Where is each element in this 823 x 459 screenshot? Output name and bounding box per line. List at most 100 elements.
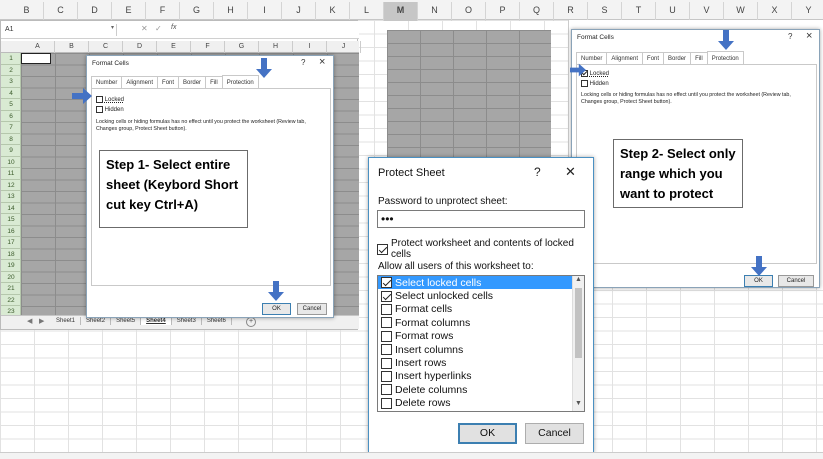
left-row-header-6[interactable]: 6: [1, 111, 21, 122]
list-item[interactable]: Format cells: [378, 303, 572, 316]
permissions-list[interactable]: Select locked cells Select unlocked cells…: [377, 275, 585, 412]
checkbox-icon[interactable]: [381, 277, 392, 289]
scroll-up-icon[interactable]: ▲: [575, 276, 582, 283]
left-column-header-i[interactable]: I: [293, 41, 327, 53]
close-button[interactable]: ×: [806, 30, 812, 42]
sheet-tab[interactable]: Sheet6: [202, 317, 232, 325]
list-item[interactable]: Insert hyperlinks: [378, 370, 572, 383]
left-row-header-10[interactable]: 10: [1, 157, 21, 168]
scroll-thumb[interactable]: [575, 288, 582, 358]
checkbox-icon[interactable]: [381, 344, 392, 356]
column-header-i[interactable]: I: [248, 2, 282, 21]
column-header-w[interactable]: W: [724, 2, 758, 21]
left-row-header-5[interactable]: 5: [1, 99, 21, 111]
left-row-header-22[interactable]: 22: [1, 295, 21, 306]
sheet-tab[interactable]: Sheet4: [141, 317, 172, 325]
list-item[interactable]: Delete rows: [378, 397, 572, 410]
left-column-header-b[interactable]: B: [55, 41, 89, 53]
list-item[interactable]: Select locked cells: [378, 276, 572, 290]
left-row-header-11[interactable]: 11: [1, 168, 21, 180]
column-header-p[interactable]: P: [486, 2, 520, 21]
help-button[interactable]: ?: [788, 32, 792, 41]
sheet-tab[interactable]: Sheet3: [172, 317, 202, 325]
column-header-f[interactable]: F: [146, 2, 180, 21]
checkbox-icon[interactable]: [381, 384, 392, 396]
column-header-x[interactable]: X: [758, 2, 792, 21]
left-row-header-19[interactable]: 19: [1, 260, 21, 272]
close-button[interactable]: ✕: [565, 164, 576, 180]
tab-nav-left-icon[interactable]: ◀: [27, 317, 32, 325]
left-column-header-e[interactable]: E: [157, 41, 191, 53]
fx-icon[interactable]: fx: [171, 24, 176, 31]
left-row-header-17[interactable]: 17: [1, 237, 21, 249]
left-row-header-1[interactable]: 1: [1, 53, 21, 65]
list-item[interactable]: Insert columns: [378, 343, 572, 356]
sheet-tab[interactable]: Sheet5: [111, 317, 142, 325]
column-header-n[interactable]: N: [418, 2, 452, 21]
name-box[interactable]: A1: [5, 24, 117, 36]
left-column-header-d[interactable]: D: [123, 41, 157, 53]
column-header-m[interactable]: M: [384, 2, 418, 21]
left-row-header-20[interactable]: 20: [1, 272, 21, 283]
column-header-j[interactable]: J: [282, 2, 316, 21]
column-header-t[interactable]: T: [622, 2, 656, 21]
sheet-tab[interactable]: Sheet1: [51, 317, 82, 325]
add-sheet-icon[interactable]: +: [246, 317, 256, 327]
column-header-h[interactable]: H: [214, 2, 248, 21]
list-scrollbar[interactable]: ▲ ▼: [572, 276, 584, 411]
left-row-header-4[interactable]: 4: [1, 88, 21, 99]
cancel-button[interactable]: Cancel: [525, 423, 584, 444]
column-header-l[interactable]: L: [350, 2, 384, 21]
left-row-header-16[interactable]: 16: [1, 226, 21, 237]
left-column-header-j[interactable]: J: [327, 41, 361, 53]
ok-button[interactable]: OK: [262, 303, 291, 315]
left-row-header-14[interactable]: 14: [1, 203, 21, 214]
checkbox-icon[interactable]: [381, 317, 392, 329]
column-header-y[interactable]: Y: [792, 2, 823, 21]
column-header-c[interactable]: C: [44, 2, 78, 21]
column-header-k[interactable]: K: [316, 2, 350, 21]
left-column-header-f[interactable]: F: [191, 41, 225, 53]
cancel-icon[interactable]: ✕: [141, 24, 148, 33]
ok-button[interactable]: OK: [744, 275, 773, 287]
checkbox-icon[interactable]: [381, 397, 392, 409]
help-button[interactable]: ?: [534, 165, 541, 179]
list-item[interactable]: Delete columns: [378, 383, 572, 396]
ok-button[interactable]: OK: [458, 423, 517, 444]
list-item[interactable]: Format columns: [378, 316, 572, 329]
left-row-header-15[interactable]: 15: [1, 214, 21, 226]
password-input[interactable]: •••: [377, 210, 585, 228]
close-button[interactable]: ×: [319, 56, 325, 68]
column-header-u[interactable]: U: [656, 2, 690, 21]
column-header-q[interactable]: Q: [520, 2, 554, 21]
scroll-down-icon[interactable]: ▼: [575, 400, 582, 407]
left-row-header-12[interactable]: 12: [1, 180, 21, 191]
hidden-checkbox[interactable]: Hidden: [581, 80, 609, 87]
column-header-s[interactable]: S: [588, 2, 622, 21]
left-row-header-18[interactable]: 18: [1, 249, 21, 260]
left-column-header-c[interactable]: C: [89, 41, 123, 53]
checkbox-icon[interactable]: [381, 370, 392, 382]
column-header-b[interactable]: B: [10, 2, 44, 21]
checkbox-icon[interactable]: [381, 290, 392, 302]
tab-nav-right-icon[interactable]: ▶: [39, 317, 44, 325]
checkbox-icon[interactable]: [381, 357, 392, 369]
locked-checkbox[interactable]: Locked: [96, 96, 124, 103]
column-header-d[interactable]: D: [78, 2, 112, 21]
left-row-header-7[interactable]: 7: [1, 122, 21, 134]
column-header-r[interactable]: R: [554, 2, 588, 21]
cancel-button[interactable]: Cancel: [778, 275, 814, 287]
enter-icon[interactable]: ✓: [155, 24, 162, 33]
sheet-tab[interactable]: Sheet2: [81, 317, 112, 325]
left-column-header-a[interactable]: A: [21, 41, 55, 53]
left-row-header-21[interactable]: 21: [1, 283, 21, 295]
checkbox-icon[interactable]: [381, 330, 392, 342]
left-row-header-2[interactable]: 2: [1, 65, 21, 76]
list-item[interactable]: Format rows: [378, 330, 572, 343]
list-item[interactable]: Select unlocked cells: [378, 289, 572, 302]
name-box-dropdown-icon[interactable]: ▾: [111, 24, 114, 31]
column-header-g[interactable]: G: [180, 2, 214, 21]
left-row-header-9[interactable]: 9: [1, 145, 21, 157]
left-row-header-13[interactable]: 13: [1, 191, 21, 203]
help-button[interactable]: ?: [301, 58, 305, 67]
